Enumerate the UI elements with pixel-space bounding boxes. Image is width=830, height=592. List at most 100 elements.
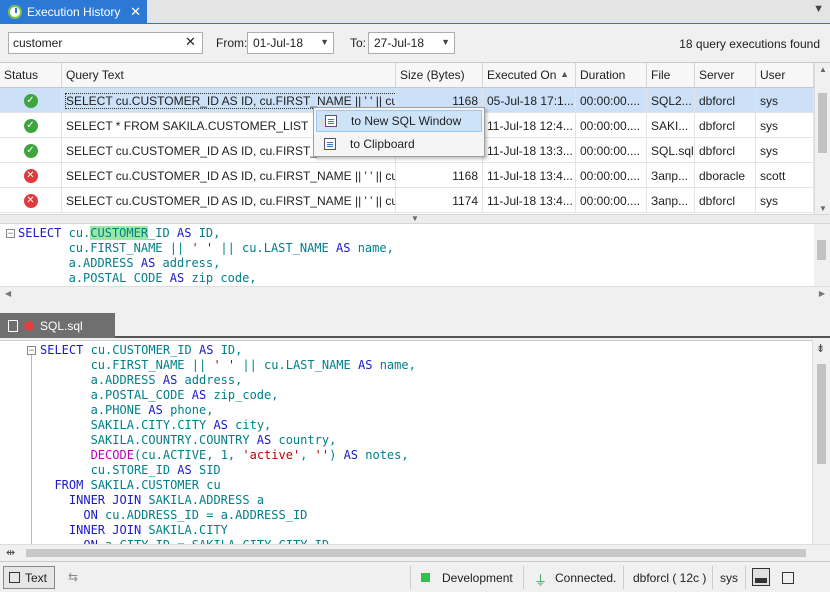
cell-query[interactable]: SELECT cu.CUSTOMER_ID AS ID, cu.FIRST_NA…	[62, 188, 396, 213]
layout-single-panel-icon[interactable]	[782, 572, 794, 584]
text-view-button[interactable]: Text	[3, 566, 55, 589]
column-header-duration[interactable]: Duration	[576, 63, 647, 87]
document-icon	[8, 319, 18, 332]
cell-user[interactable]: scott	[756, 163, 814, 188]
scroll-left-icon[interactable]: ◀	[5, 289, 11, 298]
grid-vertical-scrollbar[interactable]: ▲ ▼	[814, 63, 830, 215]
cell-status[interactable]: ✕	[0, 163, 62, 188]
cell-size-text: 1174	[452, 194, 478, 208]
menu-item-to-new-sql-window[interactable]: to New SQL Window	[316, 110, 482, 132]
column-header-query-text[interactable]: Query Text	[62, 63, 396, 87]
cell-duration[interactable]: 00:00:00....	[576, 138, 647, 163]
cell-server[interactable]: dbforcl	[695, 113, 756, 138]
column-header-executed-on[interactable]: Executed On ▲	[483, 63, 576, 87]
error-x-icon: ✕	[23, 169, 38, 183]
cell-server[interactable]: dboracle	[695, 163, 756, 188]
cell-file[interactable]: SAKI...	[647, 113, 695, 138]
cell-size[interactable]: 1168	[396, 163, 483, 188]
cell-executed[interactable]: 11-Jul-18 13:4...	[483, 163, 576, 188]
cell-server[interactable]: dbforcl	[695, 188, 756, 213]
cell-file[interactable]: SQL.sql	[647, 138, 695, 163]
cell-status[interactable]: ✓	[0, 113, 62, 138]
cell-duration[interactable]: 00:00:00....	[576, 88, 647, 113]
cell-user-text: sys	[760, 194, 778, 208]
cell-status[interactable]: ✓	[0, 138, 62, 163]
cell-size-text: 1168	[452, 94, 478, 108]
chevron-down-icon[interactable]: ▼	[320, 37, 329, 47]
cell-duration[interactable]: 00:00:00....	[576, 163, 647, 188]
scroll-thumb[interactable]	[26, 549, 806, 557]
split-horizontal-icon[interactable]: ⇹	[6, 546, 15, 559]
cell-user[interactable]: sys	[756, 138, 814, 163]
sort-ascending-icon: ▲	[560, 69, 569, 79]
cell-duration[interactable]: 00:00:00....	[576, 113, 647, 138]
cell-file[interactable]: Запр...	[647, 188, 695, 213]
scroll-thumb[interactable]	[818, 93, 827, 153]
from-date-picker[interactable]: 01-Jul-18 ▼	[247, 32, 334, 54]
to-date-picker[interactable]: 27-Jul-18 ▼	[368, 32, 455, 54]
cell-status[interactable]: ✕	[0, 188, 62, 213]
tab-execution-history-label: Execution History	[27, 5, 121, 19]
column-header-status[interactable]: Status	[0, 63, 62, 87]
tab-execution-history[interactable]: Execution History ✕	[0, 0, 147, 24]
close-tab-icon[interactable]: ✕	[130, 4, 141, 20]
column-header-server[interactable]: Server	[695, 63, 756, 87]
editor-horizontal-scrollbar[interactable]: ⇹	[0, 544, 830, 560]
cell-file[interactable]: SQL2...	[647, 88, 695, 113]
preview-vertical-scrollbar[interactable]	[814, 224, 830, 286]
fold-guide-line	[31, 355, 32, 544]
cell-duration[interactable]: 00:00:00....	[576, 188, 647, 213]
chevron-down-icon[interactable]: ▼	[441, 37, 450, 47]
cell-user[interactable]: sys	[756, 188, 814, 213]
cell-query[interactable]: SELECT cu.CUSTOMER_ID AS ID, cu.FIRST_NA…	[62, 163, 396, 188]
cell-user[interactable]: sys	[756, 113, 814, 138]
preview-horizontal-scrollbar[interactable]: ◀ ▶	[0, 286, 830, 302]
split-editor-icon[interactable]: ⇟	[816, 342, 825, 355]
editor-vertical-scrollbar[interactable]: ⇟	[812, 340, 830, 544]
table-row[interactable]: ✕ SELECT cu.CUSTOMER_ID AS ID, cu.FIRST_N…	[0, 163, 814, 188]
cell-user[interactable]: sys	[756, 88, 814, 113]
tab-sql-document[interactable]: SQL.sql	[0, 313, 115, 338]
sql-editor[interactable]: − SELECT cu.CUSTOMER_ID AS ID, cu.FIRST_…	[0, 340, 812, 544]
scroll-thumb[interactable]	[817, 364, 826, 464]
from-label: From:	[216, 36, 248, 50]
query-preview-pane[interactable]: − SELECT cu.CUSTOMER_ID AS ID, cu.FIRST_…	[0, 224, 830, 286]
cell-executed[interactable]: 05-Jul-18 17:1...	[483, 88, 576, 113]
cell-server[interactable]: dbforcl	[695, 138, 756, 163]
tab-list-chevron-down-icon[interactable]: ▼	[813, 3, 824, 15]
cell-status[interactable]: ✓	[0, 88, 62, 113]
cell-executed[interactable]: 11-Jul-18 13:3...	[483, 138, 576, 163]
scroll-up-icon[interactable]: ▲	[819, 65, 827, 74]
status-divider	[623, 566, 624, 589]
layout-bottom-panel-icon[interactable]	[752, 568, 770, 586]
cell-executed[interactable]: 11-Jul-18 12:4...	[483, 113, 576, 138]
column-header-file[interactable]: File	[647, 63, 695, 87]
scroll-right-icon[interactable]: ▶	[819, 289, 825, 298]
column-header-user[interactable]: User	[756, 63, 814, 87]
splitter-handle[interactable]: ▼	[0, 214, 830, 224]
status-divider	[745, 566, 746, 589]
cell-duration-text: 00:00:00....	[580, 194, 641, 208]
environment-label[interactable]: Development	[442, 571, 513, 585]
swap-icon[interactable]: ⇆	[68, 570, 78, 584]
cell-file[interactable]: Запр...	[647, 163, 695, 188]
cell-server[interactable]: dbforcl	[695, 88, 756, 113]
scroll-thumb[interactable]	[817, 240, 826, 260]
success-check-icon: ✓	[23, 94, 38, 108]
cell-executed-text: 11-Jul-18 13:4...	[487, 194, 573, 208]
cell-executed-text: 11-Jul-18 12:4...	[487, 119, 573, 133]
cell-query-text: SELECT cu.CUSTOMER_ID AS ID, cu.FIRST_NA…	[66, 169, 395, 183]
cell-executed[interactable]: 11-Jul-18 13:4...	[483, 188, 576, 213]
scroll-down-icon[interactable]: ▼	[819, 204, 827, 213]
table-row[interactable]: ✕ SELECT cu.CUSTOMER_ID AS ID, cu.FIRST_N…	[0, 188, 814, 213]
clear-search-icon[interactable]: ✕	[185, 34, 196, 50]
menu-item-to-clipboard[interactable]: to Clipboard	[316, 133, 482, 155]
cell-size[interactable]: 1174	[396, 188, 483, 213]
cell-file-text: Запр...	[651, 169, 689, 183]
new-sql-window-icon	[325, 115, 337, 127]
fold-toggle-icon[interactable]: −	[6, 229, 15, 238]
fold-toggle-icon[interactable]: −	[27, 346, 36, 355]
column-header-size[interactable]: Size (Bytes)	[396, 63, 483, 87]
search-input[interactable]: customer	[8, 32, 203, 54]
status-divider	[410, 566, 411, 589]
